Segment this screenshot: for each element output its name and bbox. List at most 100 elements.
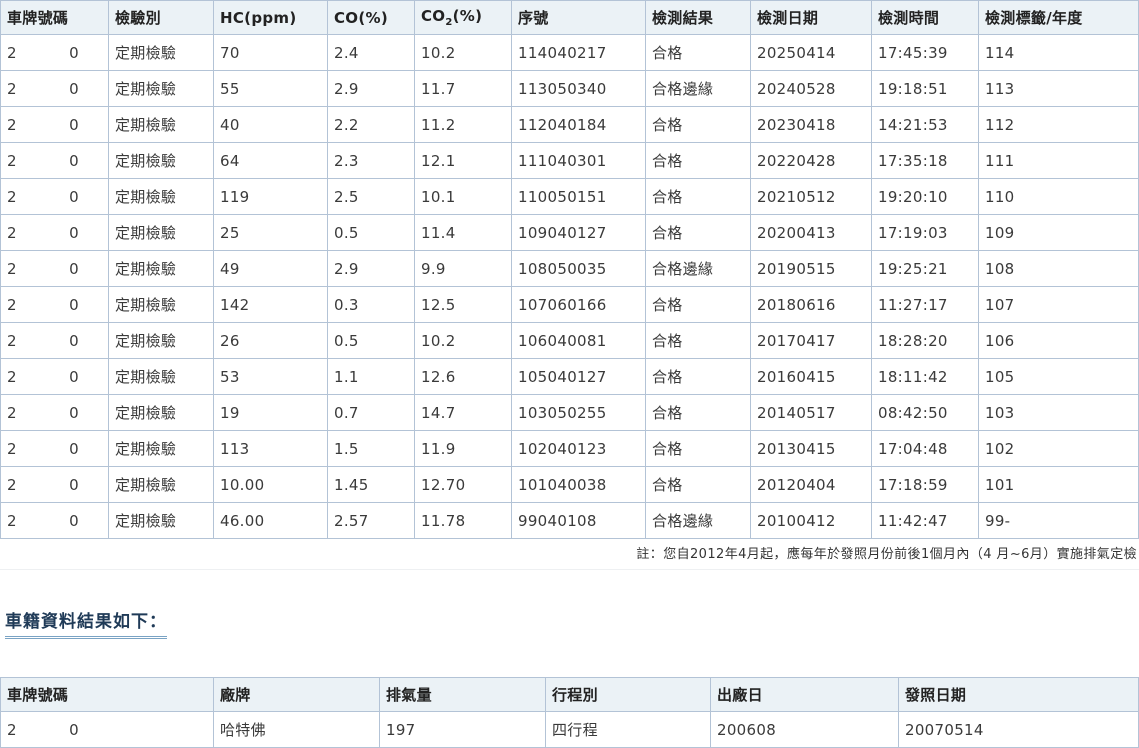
plate-prefix: 2 (7, 403, 17, 422)
co2-cell: 10.1 (414, 178, 512, 215)
plate-cell: 20 (0, 250, 109, 287)
hc-cell: 19 (213, 394, 328, 431)
type-cell: 定期檢驗 (108, 70, 214, 107)
type-cell: 定期檢驗 (108, 430, 214, 467)
serial-cell: 108050035 (511, 250, 646, 287)
serial-cell: 109040127 (511, 214, 646, 251)
co2-cell: 12.5 (414, 286, 512, 323)
plate-cell: 20 (0, 214, 109, 251)
type-cell: 定期檢驗 (108, 502, 214, 539)
plate-suffix: 0 (69, 403, 79, 422)
plate-cell: 20 (0, 178, 109, 215)
co2-cell: 12.1 (414, 142, 512, 179)
vehicle-manufacture-cell: 200608 (710, 711, 899, 748)
result-cell: 合格邊緣 (645, 70, 751, 107)
plate-suffix: 0 (69, 151, 79, 170)
vehicle-header-displacement: 排氣量 (379, 677, 546, 712)
serial-cell: 99040108 (511, 502, 646, 539)
hc-cell: 119 (213, 178, 328, 215)
section-divider (0, 569, 1139, 570)
table-row: 2 0 定期檢驗 119 2.5 10.1 110050151 合格 20210512 19:20… (0, 178, 1139, 215)
serial-cell: 103050255 (511, 394, 646, 431)
plate-suffix: 0 (69, 79, 79, 98)
hc-cell: 64 (213, 142, 328, 179)
plate-cell: 20 (0, 430, 109, 467)
table-row: 2 0 定期檢驗 64 2.3 12.1 111040301 合格 20220428 17:35:… (0, 142, 1139, 179)
date-cell: 20130415 (750, 430, 872, 467)
plate-suffix: 0 (69, 367, 79, 386)
type-cell: 定期檢驗 (108, 466, 214, 503)
plate-prefix: 2 (7, 475, 17, 494)
time-cell: 19:18:51 (871, 70, 979, 107)
tag-cell: 108 (978, 250, 1139, 287)
co-cell: 0.5 (327, 214, 415, 251)
vehicle-header-row: 車牌號碼 廠牌 排氣量 行程別 出廠日 發照日期 (0, 677, 1139, 712)
time-cell: 17:04:48 (871, 430, 979, 467)
plate-prefix: 2 (7, 151, 17, 170)
time-cell: 18:28:20 (871, 322, 979, 359)
table-row: 2 0 定期檢驗 19 0.7 14.7 103050255 合格 20140517 08:42:… (0, 394, 1139, 431)
result-cell: 合格 (645, 214, 751, 251)
type-cell: 定期檢驗 (108, 286, 214, 323)
hc-cell: 142 (213, 286, 328, 323)
plate-cell: 20 (0, 34, 109, 71)
plate-cell: 20 (0, 502, 109, 539)
result-cell: 合格 (645, 358, 751, 395)
plate-prefix: 2 (7, 720, 17, 739)
co2-cell: 10.2 (414, 34, 512, 71)
table-row: 2 0 定期檢驗 46.00 2.57 11.78 99040108 合格邊緣 20100412… (0, 502, 1139, 539)
vehicle-displacement-cell: 197 (379, 711, 546, 748)
table-row: 2 0 定期檢驗 10.00 1.45 12.70 101040038 合格 20120404 1… (0, 466, 1139, 503)
result-cell: 合格邊緣 (645, 502, 751, 539)
serial-cell: 113050340 (511, 70, 646, 107)
header-co2: CO2(%) (414, 0, 512, 35)
result-cell: 合格 (645, 322, 751, 359)
vehicle-section-title: 車籍資料結果如下： (5, 607, 167, 639)
tag-cell: 102 (978, 430, 1139, 467)
tag-cell: 113 (978, 70, 1139, 107)
tag-cell: 105 (978, 358, 1139, 395)
plate-cell: 20 (0, 394, 109, 431)
co-cell: 0.3 (327, 286, 415, 323)
result-cell: 合格 (645, 466, 751, 503)
header-co: CO(%) (327, 0, 415, 35)
hc-cell: 70 (213, 34, 328, 71)
test-table-body: 2 0 定期檢驗 70 2.4 10.2 114040217 合格 20250414 17:45:… (0, 34, 1139, 539)
time-cell: 17:35:18 (871, 142, 979, 179)
date-cell: 20220428 (750, 142, 872, 179)
date-cell: 20200413 (750, 214, 872, 251)
vehicle-header-manufacture: 出廠日 (710, 677, 899, 712)
date-cell: 20140517 (750, 394, 872, 431)
plate-suffix: 0 (69, 187, 79, 206)
plate-cell: 20 (0, 70, 109, 107)
co2-cell: 10.2 (414, 322, 512, 359)
co2-cell: 12.6 (414, 358, 512, 395)
type-cell: 定期檢驗 (108, 394, 214, 431)
co2-cell: 9.9 (414, 250, 512, 287)
serial-cell: 110050151 (511, 178, 646, 215)
date-cell: 20210512 (750, 178, 872, 215)
time-cell: 14:21:53 (871, 106, 979, 143)
tag-cell: 110 (978, 178, 1139, 215)
time-cell: 17:19:03 (871, 214, 979, 251)
plate-prefix: 2 (7, 223, 17, 242)
header-plate: 車牌號碼 (0, 0, 109, 35)
type-cell: 定期檢驗 (108, 214, 214, 251)
plate-prefix: 2 (7, 331, 17, 350)
table-row: 2 0 定期檢驗 55 2.9 11.7 113050340 合格邊緣 20240528 19:1… (0, 70, 1139, 107)
header-tag: 檢測標籤/年度 (978, 0, 1139, 35)
plate-prefix: 2 (7, 511, 17, 530)
type-cell: 定期檢驗 (108, 250, 214, 287)
time-cell: 18:11:42 (871, 358, 979, 395)
date-cell: 20120404 (750, 466, 872, 503)
vehicle-header-stroke: 行程別 (545, 677, 711, 712)
vehicle-header-license-date: 發照日期 (898, 677, 1139, 712)
plate-suffix: 0 (69, 223, 79, 242)
table-row: 2 0 定期檢驗 40 2.2 11.2 112040184 合格 20230418 14:21:… (0, 106, 1139, 143)
emission-test-table: 車牌號碼 檢驗別 HC(ppm) CO(%) CO2(%) 序號 檢測結果 檢測… (0, 0, 1139, 539)
co2-cell: 14.7 (414, 394, 512, 431)
hc-cell: 26 (213, 322, 328, 359)
hc-cell: 10.00 (213, 466, 328, 503)
table-row: 2 0 定期檢驗 142 0.3 12.5 107060166 合格 20180616 11:27… (0, 286, 1139, 323)
plate-prefix: 2 (7, 259, 17, 278)
